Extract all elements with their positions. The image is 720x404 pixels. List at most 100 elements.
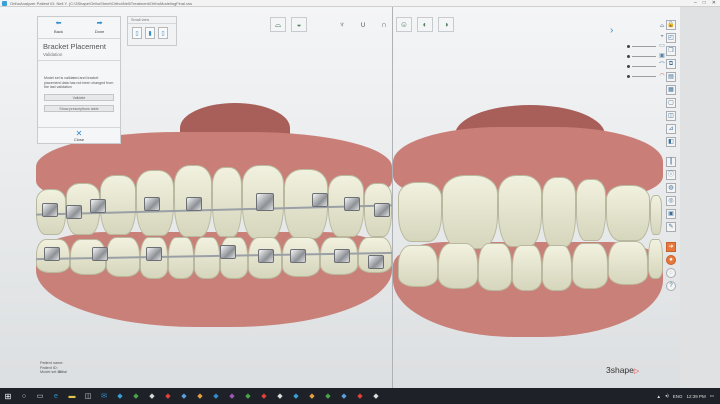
app-icon-9[interactable]: ◆ [243,391,253,401]
slider-track[interactable] [632,56,656,57]
validate-button[interactable]: Validate [44,93,114,101]
split-view-icon[interactable]: ◫ [666,111,676,121]
collision-icon[interactable]: ◎ [666,196,676,206]
bracket[interactable] [186,197,202,211]
microphone-icon[interactable]: ● [666,255,676,265]
bracket[interactable] [44,247,60,261]
minimize-icon[interactable]: – [694,0,697,7]
bracket[interactable] [42,203,58,217]
copy-icon[interactable]: ⧉ [666,59,676,69]
tooth-front-view-icon[interactable]: ▯ [132,27,142,39]
app-icon-14[interactable]: ◆ [323,391,333,401]
tooth [168,237,194,279]
tooth-back-view-icon[interactable]: ▯ [158,27,168,39]
bracket[interactable] [290,249,306,263]
clock[interactable]: 12:39 PM [686,394,705,399]
show-prescriptions-table-button[interactable]: Show prescriptions table [44,104,114,112]
app-icon-2[interactable]: ◆ [131,391,141,401]
slider-handle[interactable] [627,55,630,58]
windows-start-icon[interactable]: ⊞ [0,388,16,404]
arch-icon[interactable]: ∪ [355,17,371,32]
close-button[interactable]: ✕ Close [38,127,120,143]
task-view-icon[interactable]: ▭ [35,391,45,401]
language-indicator[interactable]: ENG [673,394,683,399]
measure-icon[interactable]: ⊿ [666,124,676,134]
app-icon-4[interactable]: ◆ [163,391,173,401]
tooth [650,195,662,235]
view-divider[interactable] [392,7,393,388]
ruler-icon[interactable]: ┃ [666,157,676,167]
bracket[interactable] [334,249,350,263]
bracket[interactable] [368,255,384,269]
patient-info: Patient name: Patient ID: Model set ID: … [40,361,67,375]
bracket[interactable] [344,197,360,211]
store-icon[interactable]: ◫ [83,391,93,401]
bracket[interactable] [90,199,106,213]
window-icon[interactable]: ▢ [666,98,676,108]
jaw-occlusal-icon[interactable]: ◑ [438,17,454,32]
upper-jaw-icon[interactable]: ⌓ [270,17,286,32]
screenshot-icon[interactable]: ▣ [666,209,676,219]
app-icon-13[interactable]: ◆ [307,391,317,401]
maximize-icon[interactable]: □ [703,0,706,7]
lower-jaw-icon[interactable]: ◒ [291,17,307,32]
bracket[interactable] [220,245,236,259]
bracket[interactable] [92,247,108,261]
jaw-side-icon[interactable]: ◐ [417,17,433,32]
lock-icon[interactable]: 🔒 [666,20,676,30]
app-icon-6[interactable]: ◆ [195,391,205,401]
slider-handle[interactable] [627,75,630,78]
slider-track[interactable] [632,46,656,47]
app-icon-12[interactable]: ◆ [291,391,301,401]
mail-icon[interactable]: ✉ [99,391,109,401]
bracket[interactable] [66,205,82,219]
slider-track[interactable] [632,76,656,77]
slider-track[interactable] [632,66,656,67]
notification-icon[interactable]: ▭ [710,393,714,399]
network-icon[interactable]: ▲ [656,394,660,399]
volume-icon[interactable]: ◂) [665,393,669,399]
file-explorer-icon[interactable]: ▬ [67,391,77,401]
slider-handle[interactable] [627,65,630,68]
bracket[interactable] [256,193,274,211]
app-icon-16[interactable]: ◆ [355,391,365,401]
app-icon-8[interactable]: ◆ [227,391,237,401]
grid-icon[interactable]: ▦ [666,85,676,95]
app-icon-15[interactable]: ◆ [339,391,349,401]
bracket[interactable] [144,197,160,211]
app-icon-17[interactable]: ◆ [371,391,381,401]
help-icon[interactable]: ? [666,281,676,291]
back-button[interactable]: ⬅ Back [38,17,79,38]
bracket[interactable] [374,203,390,217]
tooth-side-view-icon[interactable]: ▮ [145,27,155,39]
app-icon-5[interactable]: ◆ [179,391,189,401]
occlusion-icon[interactable]: ◍ [666,183,676,193]
bracket[interactable] [312,193,328,207]
app-icon-11[interactable]: ◆ [275,391,285,401]
panel-icon[interactable]: ▤ [666,72,676,82]
info-icon[interactable]: ⓘ [666,170,676,180]
app-icon-1[interactable]: ◆ [115,391,125,401]
jaw-front-icon[interactable]: ☺ [396,17,412,32]
arch-lower-icon[interactable]: ∩ [376,17,392,32]
bracket[interactable] [146,247,162,261]
search-icon[interactable]: ○ [19,391,29,401]
layers-icon[interactable]: ❐ [666,46,676,56]
app-icon-7[interactable]: ◆ [211,391,221,401]
done-button[interactable]: ➡ Done [79,17,120,38]
notes-icon[interactable]: ✎ [666,222,676,232]
tooth [438,243,478,289]
tooth-icon[interactable]: ♆ [334,17,350,32]
model-icon[interactable]: ◰ [666,33,676,43]
close-window-icon[interactable]: ✕ [712,0,716,7]
app-icon-10[interactable]: ◆ [259,391,269,401]
app-icon-3[interactable]: ◆ [147,391,157,401]
workflow-panel: ⬅ Back ➡ Done Bracket Placement Validati… [37,16,121,144]
forward-icon[interactable]: ➜ [666,242,676,252]
edge-icon[interactable]: e [51,391,61,401]
section-icon[interactable]: ◧ [666,137,676,147]
chat-icon[interactable]: ◌ [666,268,676,278]
model-set-value: Initial [58,370,67,375]
bracket[interactable] [258,249,274,263]
slider-handle[interactable] [627,45,630,48]
